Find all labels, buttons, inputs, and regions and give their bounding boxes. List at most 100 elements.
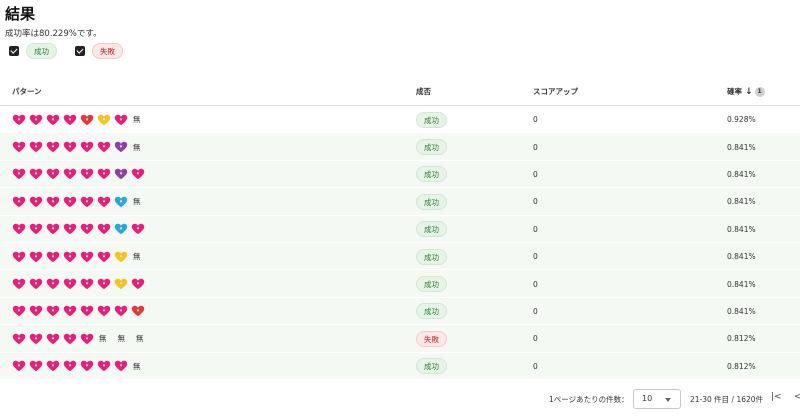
pattern-cell: 無 [12, 353, 150, 380]
pink-heart-gem-icon [80, 141, 94, 153]
checkbox-fail[interactable] [75, 46, 85, 56]
pattern-sequence [12, 305, 148, 317]
table-row: 成功 0 0.841% [0, 297, 800, 326]
pink-heart-gem-icon [97, 196, 111, 208]
yellow-heart-gem-icon [114, 251, 128, 262]
pink-heart-gem-icon [12, 360, 26, 372]
pattern-sequence: 無 [12, 114, 150, 126]
pink-heart-gem-icon [29, 360, 43, 372]
probability-cell: 0.841% [727, 279, 756, 289]
pink-heart-gem-icon [63, 141, 77, 153]
fail-chip: 失敗 [92, 43, 123, 59]
pink-heart-gem-icon [63, 306, 77, 317]
pink-heart-gem-icon [29, 114, 43, 125]
score-up-cell: 0 [533, 169, 538, 179]
checkbox-success[interactable] [9, 46, 19, 56]
sort-order-badge: 1 [754, 87, 765, 97]
score-up-cell: 0 [533, 115, 538, 125]
rows-per-page-value: 10 [642, 394, 653, 403]
pink-heart-gem-icon [46, 169, 60, 180]
table-row: 無無無失敗 0 0.812% [0, 325, 800, 353]
rows-per-page-select[interactable]: 10 [633, 389, 681, 409]
page-range: 21-30 件目 / 1620件 [690, 395, 764, 404]
pink-heart-gem-icon [12, 333, 26, 345]
pink-heart-gem-icon [63, 169, 77, 180]
table-row: 成功 0 0.841% [0, 270, 800, 298]
result-cell: 失敗 [416, 325, 447, 352]
success-chip: 成功 [416, 303, 447, 320]
pink-heart-gem-icon [97, 141, 111, 153]
blue-heart-gem-icon [114, 223, 128, 235]
pattern-none-label: 無 [133, 142, 141, 152]
pink-heart-gem-icon [12, 196, 26, 208]
probability-cell: 0.841% [727, 306, 756, 316]
pink-heart-gem-icon [12, 223, 26, 235]
pattern-sequence: 無 [12, 196, 150, 208]
header-score-up: スコアアップ [533, 87, 578, 96]
success-chip: 成功 [416, 139, 447, 156]
pink-heart-gem-icon [46, 360, 60, 372]
score-up-cell: 0 [533, 252, 538, 262]
table-row: 成功 0 0.841% [0, 160, 800, 189]
pattern-cell [12, 270, 148, 297]
pattern-sequence: 無 [12, 251, 150, 263]
success-chip: 成功 [416, 193, 447, 210]
pink-heart-gem-icon [80, 251, 94, 262]
pink-heart-gem-icon [80, 278, 94, 290]
pink-heart-gem-icon [12, 169, 26, 180]
first-page-icon[interactable]: |< [771, 392, 782, 402]
pink-heart-gem-icon [63, 333, 77, 345]
pattern-sequence [12, 168, 148, 180]
red-heart-gem-icon [131, 306, 145, 317]
filter-fail[interactable]: 失敗 [75, 43, 123, 59]
result-cell: 成功 [416, 243, 447, 270]
pattern-cell [12, 216, 148, 243]
table-row: 無 成功 0 0.841% [0, 242, 800, 271]
pink-heart-gem-icon [12, 306, 26, 317]
result-cell: 成功 [416, 106, 447, 133]
probability-cell: 0.841% [727, 169, 756, 179]
pink-heart-gem-icon [46, 114, 60, 125]
result-cell: 成功 [416, 216, 447, 243]
header-probability[interactable]: 確率 ↓ 1 [727, 77, 765, 106]
pink-heart-gem-icon [12, 251, 26, 262]
pink-heart-gem-icon [12, 278, 26, 290]
pink-heart-gem-icon [97, 223, 111, 235]
pink-heart-gem-icon [97, 306, 111, 317]
pattern-none-label: 無 [133, 252, 141, 262]
success-rate-summary: 成功率は80.229%です。 [5, 29, 102, 39]
probability-cell: 0.928% [727, 115, 756, 125]
pattern-none-label: 無 [133, 197, 141, 207]
score-up-cell: 0 [533, 224, 538, 234]
yellow-heart-gem-icon [97, 114, 111, 125]
pink-heart-gem-icon [63, 196, 77, 208]
result-filters: 成功 失敗 [9, 42, 141, 60]
pattern-sequence [12, 223, 148, 235]
pink-heart-gem-icon [131, 169, 145, 180]
pattern-sequence [12, 278, 148, 290]
score-up-cell: 0 [533, 142, 538, 152]
pink-heart-gem-icon [114, 360, 128, 372]
filter-success[interactable]: 成功 [9, 43, 57, 59]
pink-heart-gem-icon [29, 333, 43, 345]
sort-down-arrow-icon[interactable]: ↓ [745, 87, 753, 97]
pink-heart-gem-icon [63, 223, 77, 235]
pattern-sequence: 無無無 [12, 333, 153, 345]
pink-heart-gem-icon [63, 278, 77, 290]
pattern-none-label: 無 [117, 334, 126, 344]
prev-page-icon[interactable]: < [794, 392, 800, 402]
pink-heart-gem-icon [97, 278, 111, 290]
result-cell: 成功 [416, 353, 447, 380]
result-cell: 成功 [416, 270, 447, 297]
table-row: 無 成功 0 0.812% [0, 352, 800, 380]
success-chip: 成功 [416, 111, 447, 128]
pattern-cell: 無 [12, 106, 150, 133]
pattern-cell: 無 [12, 133, 150, 160]
pink-heart-gem-icon [29, 196, 43, 208]
success-chip: 成功 [416, 358, 447, 375]
pink-heart-gem-icon [80, 223, 94, 235]
pink-heart-gem-icon [29, 169, 43, 180]
probability-cell: 0.841% [727, 224, 756, 234]
pattern-cell: 無 [12, 188, 150, 215]
pattern-cell: 無 [12, 243, 150, 270]
